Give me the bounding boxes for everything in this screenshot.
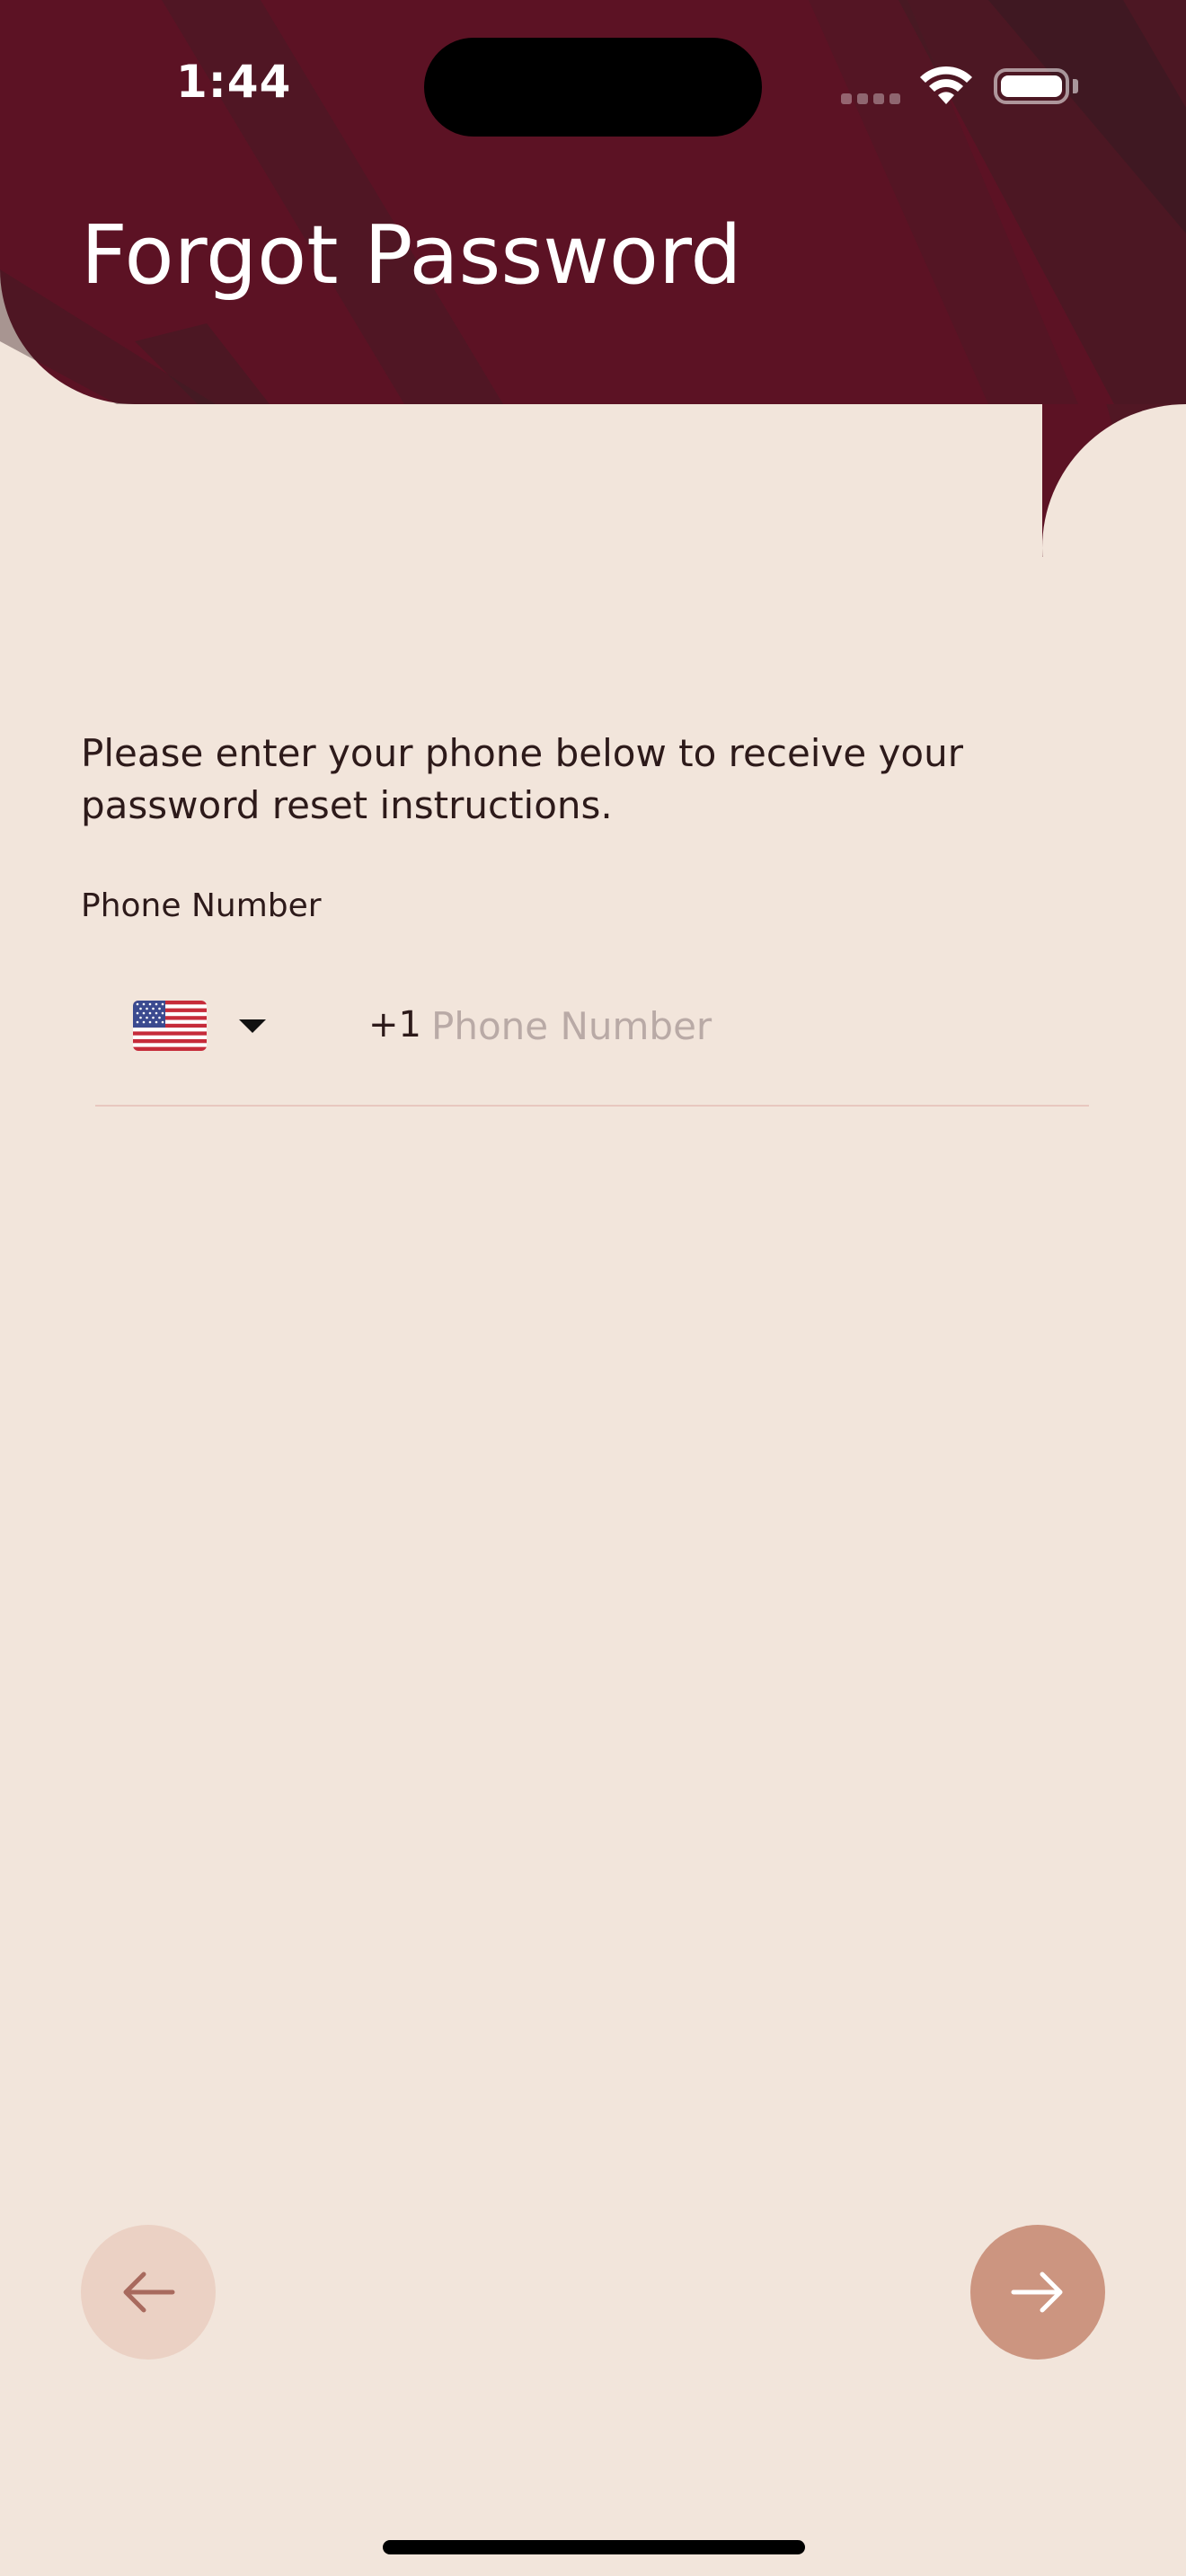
page-title: Forgot Password [81, 208, 742, 303]
phone-number-label: Phone Number [81, 887, 322, 924]
country-code-dropdown[interactable] [133, 990, 304, 1062]
arrow-right-icon [1011, 2272, 1063, 2313]
back-button[interactable] [81, 2225, 216, 2360]
arrow-left-icon [123, 2272, 175, 2313]
phone-number-input[interactable] [431, 993, 1060, 1058]
instructions-text: Please enter your phone below to receive… [81, 731, 963, 827]
home-indicator[interactable] [383, 2540, 805, 2554]
dynamic-island [424, 38, 762, 137]
next-button[interactable] [970, 2225, 1105, 2360]
forgot-password-screen: 1:44 Forgot Password Please enter your p… [0, 0, 1186, 2576]
us-flag-icon [133, 1001, 207, 1051]
dial-code: +1 [368, 1004, 421, 1045]
phone-number-field: +1 [95, 966, 1089, 1107]
chevron-down-icon [239, 1019, 266, 1033]
battery-icon [994, 68, 1069, 104]
status-time: 1:44 [176, 56, 292, 108]
wifi-icon [920, 66, 972, 104]
header: 1:44 Forgot Password [0, 0, 1186, 404]
cellular-signal-icon [841, 93, 900, 104]
